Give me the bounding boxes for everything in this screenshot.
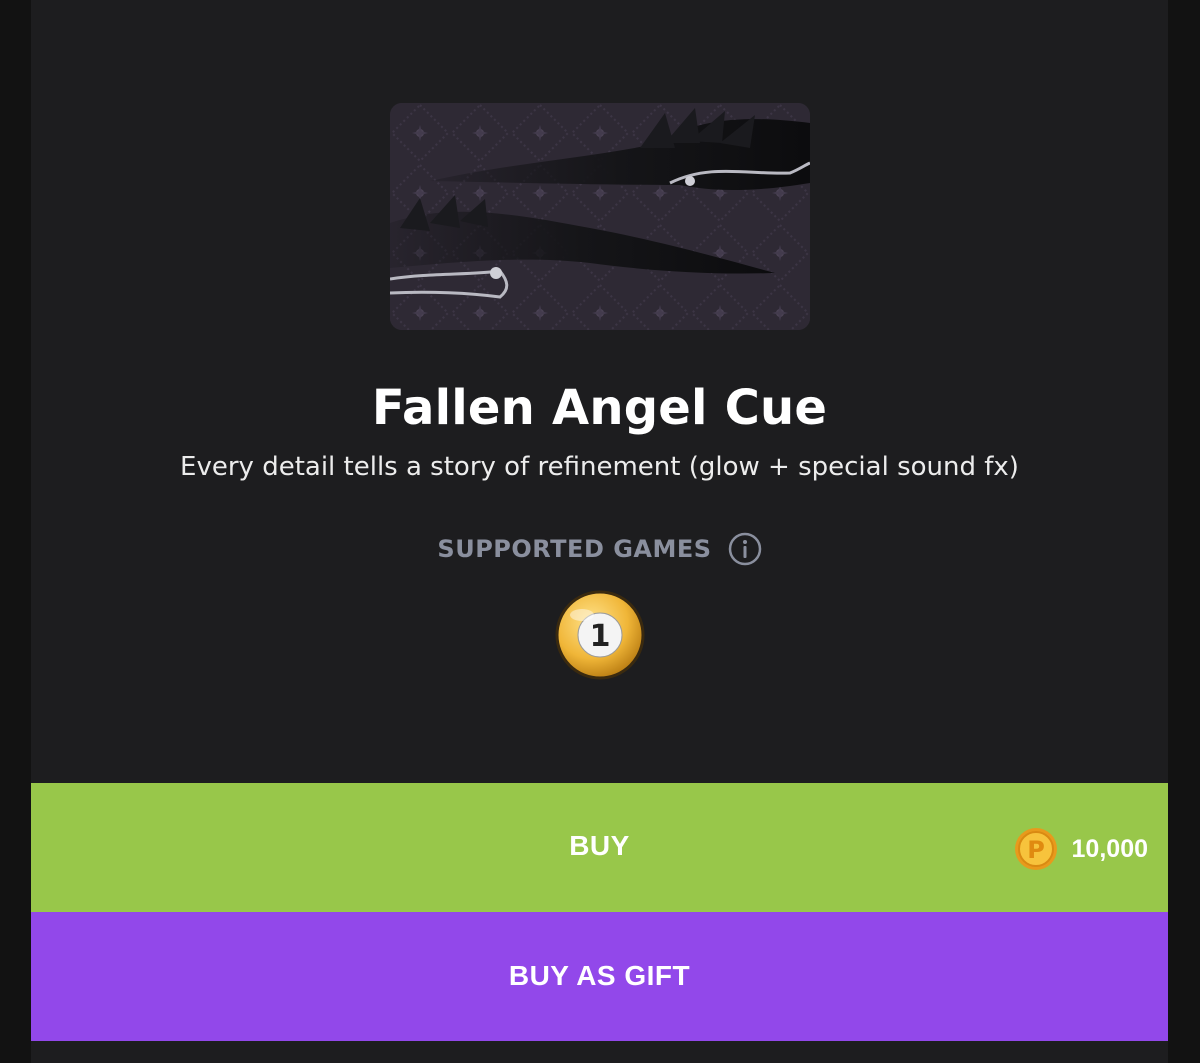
price: P 10,000 (1014, 827, 1148, 871)
winged-cue-image (390, 103, 810, 330)
supported-games-row: SUPPORTED GAMES (31, 529, 1168, 569)
billiard-ball-1-icon[interactable]: 1 (554, 589, 646, 681)
coin-icon: P (1014, 827, 1058, 871)
store-page: Fallen Angel Cue Every detail tells a st… (0, 0, 1200, 1063)
supported-games-label: SUPPORTED GAMES (437, 535, 712, 563)
ball-number: 1 (590, 619, 611, 654)
svg-text:P: P (1027, 836, 1045, 864)
buy-as-gift-label: BUY AS GIFT (508, 960, 691, 991)
buy-label: BUY (569, 830, 630, 861)
product-image (390, 103, 810, 330)
product-title: Fallen Angel Cue (371, 380, 828, 436)
buy-button[interactable]: BUY P 10,000 (31, 783, 1168, 912)
price-value: 10,000 (1071, 834, 1148, 863)
product-description: Every detail tells a story of refinement… (180, 452, 1019, 482)
info-icon[interactable] (728, 532, 762, 566)
buy-as-gift-button[interactable]: BUY AS GIFT (31, 912, 1168, 1041)
